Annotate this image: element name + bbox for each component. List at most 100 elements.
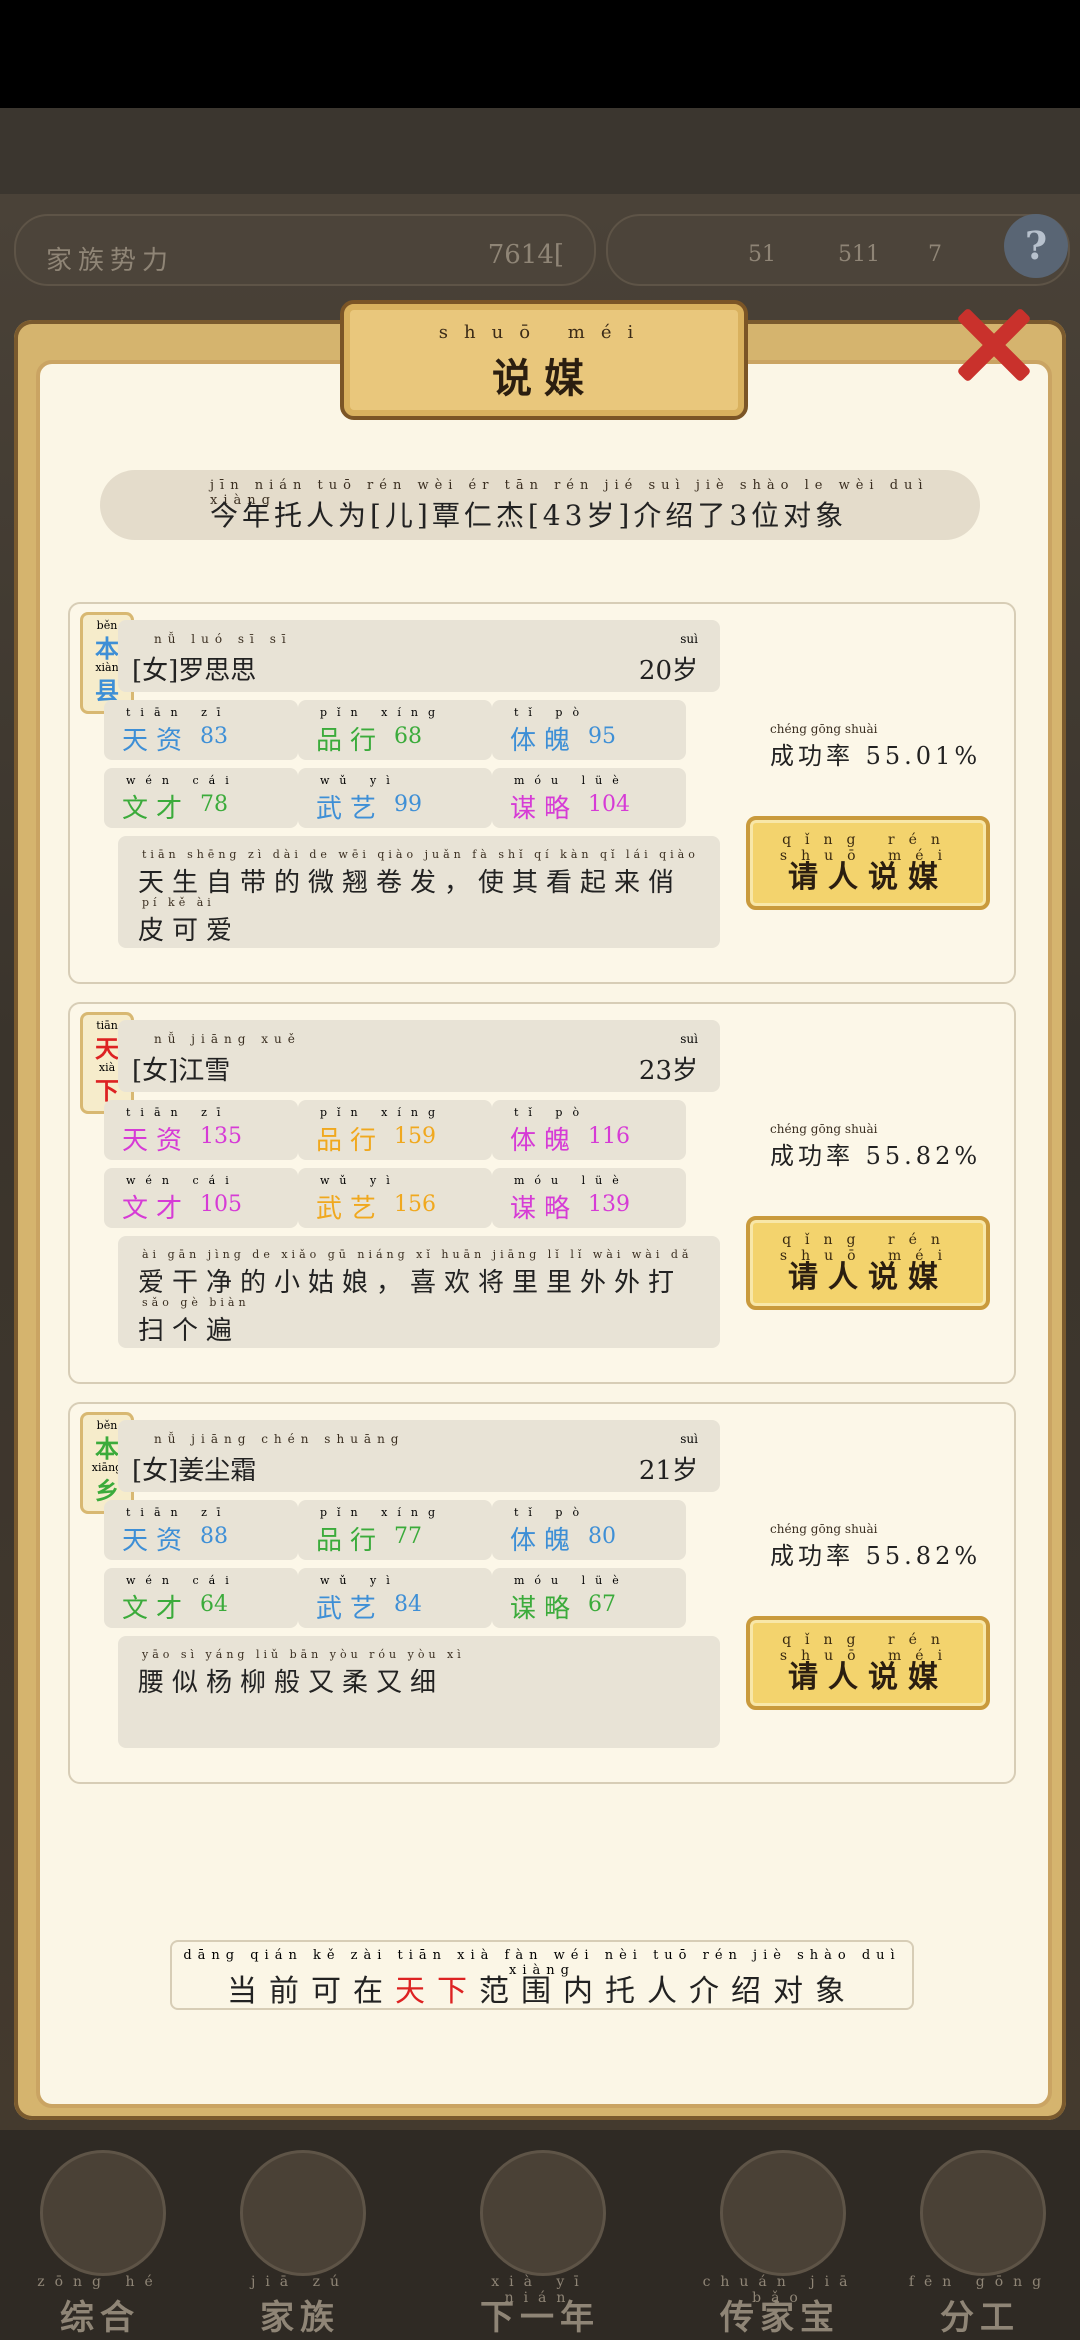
candidate-description: yāo sì yáng liǔ bān yòu róu yòu xì 腰似杨柳般又… bbox=[118, 1636, 720, 1748]
dialog-title: 说媒 bbox=[492, 355, 596, 402]
stat-box: wǔ yì 武艺 84 bbox=[298, 1568, 492, 1628]
stat-label: 谋略 bbox=[510, 1594, 579, 1624]
request-matchmaking-button[interactable]: qǐng rén shuō méi 请人说媒 bbox=[746, 1616, 990, 1710]
nav-division[interactable]: fēn gōng 分工 bbox=[890, 2150, 1070, 2338]
stat-box: pǐn xíng 品行 68 bbox=[298, 700, 492, 760]
silver-count: 511 bbox=[838, 242, 880, 267]
nav-general-label: 综合 bbox=[60, 2298, 140, 2338]
stat-label: 谋略 bbox=[510, 794, 579, 824]
stat-box: pǐn xíng 品行 77 bbox=[298, 1500, 492, 1560]
stat-value: 77 bbox=[394, 1524, 422, 1549]
stat-value: 88 bbox=[200, 1524, 228, 1549]
nav-division-label: 分工 bbox=[940, 2298, 1020, 2338]
dialog-title-plate: shuō méi 说媒 bbox=[340, 300, 748, 420]
stat-value: 64 bbox=[200, 1592, 228, 1617]
stat-value: 139 bbox=[588, 1192, 630, 1217]
stat-box: pǐn xíng 品行 159 bbox=[298, 1100, 492, 1160]
stat-box: tǐ pò 体魄 80 bbox=[492, 1500, 686, 1560]
intro-banner: jīn nián tuō rén wèi ér tān rén jié suì … bbox=[100, 470, 980, 540]
nav-family[interactable]: jiā zú 家族 bbox=[210, 2150, 390, 2338]
success-rate: chéng gōng shuài 成功率 55.82% bbox=[770, 1122, 990, 1171]
house-icon bbox=[240, 2150, 366, 2276]
stat-box: wén cái 文才 64 bbox=[104, 1568, 298, 1628]
stat-value: 159 bbox=[394, 1124, 436, 1149]
stat-label: 品行 bbox=[316, 726, 385, 756]
stat-box: móu lüè 谋略 67 bbox=[492, 1568, 686, 1628]
stat-label: 天资 bbox=[122, 726, 191, 756]
stat-label: 武艺 bbox=[316, 794, 385, 824]
candidate-card: tiān 天 xià 下 nǚ jiāng xuě [女]江雪 suì 23岁 tiān zī 天… bbox=[68, 1002, 1016, 1384]
stat-value: 83 bbox=[200, 724, 228, 749]
gold-count: 51 bbox=[748, 242, 776, 267]
stat-value: 95 bbox=[588, 724, 616, 749]
candidate-name: [女]江雪 bbox=[132, 1056, 231, 1086]
mountain-icon bbox=[480, 2150, 606, 2276]
resource-bar: 51 511 7 bbox=[606, 214, 1070, 286]
intro-text: 今年托人为[儿]覃仁杰[43岁]介绍了3位对象 bbox=[210, 499, 848, 532]
stat-box: tǐ pò 体魄 95 bbox=[492, 700, 686, 760]
nav-heirloom-label: 传家宝 bbox=[720, 2298, 840, 2338]
stat-box: móu lüè 谋略 104 bbox=[492, 768, 686, 828]
candidate-name: [女]姜尘霜 bbox=[132, 1456, 257, 1486]
family-power-label: 家族势力 bbox=[46, 246, 175, 276]
candidate-card: běn 本 xiāng 乡 nǚ jiāng chén shuāng [女]姜尘霜 suì 2… bbox=[68, 1402, 1016, 1784]
stat-box: wén cái 文才 105 bbox=[104, 1168, 298, 1228]
stat-value: 80 bbox=[588, 1524, 616, 1549]
stat-label: 武艺 bbox=[316, 1594, 385, 1624]
person-icon bbox=[920, 2150, 1046, 2276]
request-matchmaking-label: 请人说媒 bbox=[788, 1660, 948, 1695]
jade-icon bbox=[720, 2150, 846, 2276]
help-icon[interactable]: ? bbox=[1004, 214, 1068, 278]
nav-next-year-label: 下一年 bbox=[480, 2298, 600, 2338]
request-matchmaking-button[interactable]: qǐng rén shuō méi 请人说媒 bbox=[746, 1216, 990, 1310]
success-rate-text: 成功率 55.82% bbox=[770, 1542, 982, 1570]
success-rate: chéng gōng shuài 成功率 55.01% bbox=[770, 722, 990, 771]
close-button[interactable] bbox=[954, 300, 1034, 383]
stat-box: wǔ yì 武艺 156 bbox=[298, 1168, 492, 1228]
range-note-text: 当前可在天下范围内托人介绍对象 bbox=[227, 1974, 857, 2009]
candidate-name-box: nǚ jiāng chén shuāng [女]姜尘霜 suì 21岁 bbox=[118, 1420, 720, 1492]
stat-value: 84 bbox=[394, 1592, 422, 1617]
success-rate-text: 成功率 55.82% bbox=[770, 1142, 982, 1170]
candidate-card: běn 本 xiàn 县 nǚ luó sī sī [女]罗思思 suì 20岁 tiān zī… bbox=[68, 602, 1016, 984]
bottom-nav: zōng hé 综合 jiā zú 家族 xià yī nián 下一年 chu… bbox=[0, 2130, 1080, 2340]
success-rate-text: 成功率 55.01% bbox=[770, 742, 982, 770]
stat-box: tiān zī 天资 135 bbox=[104, 1100, 298, 1160]
request-matchmaking-label: 请人说媒 bbox=[788, 1260, 948, 1295]
nav-next-year[interactable]: xià yī nián 下一年 bbox=[450, 2150, 630, 2338]
nav-general[interactable]: zōng hé 综合 bbox=[10, 2150, 190, 2338]
stat-value: 116 bbox=[588, 1124, 630, 1149]
stat-value: 104 bbox=[588, 792, 630, 817]
stat-label: 天资 bbox=[122, 1126, 191, 1156]
stat-box: tǐ pò 体魄 116 bbox=[492, 1100, 686, 1160]
candidate-description: ài gān jìng de xiǎo gū niáng xǐ huān jiā… bbox=[118, 1236, 720, 1348]
stat-box: tiān zī 天资 83 bbox=[104, 700, 298, 760]
candidate-name-box: nǚ jiāng xuě [女]江雪 suì 23岁 bbox=[118, 1020, 720, 1092]
stat-value: 99 bbox=[394, 792, 422, 817]
stat-box: wǔ yì 武艺 99 bbox=[298, 768, 492, 828]
top-bar bbox=[0, 108, 1080, 194]
stat-value: 78 bbox=[200, 792, 228, 817]
stat-value: 105 bbox=[200, 1192, 242, 1217]
family-power-bar: 家族势力 7614[ bbox=[14, 214, 596, 286]
stat-label: 品行 bbox=[316, 1526, 385, 1556]
candidate-age: 20岁 bbox=[638, 656, 698, 686]
stat-label: 体魄 bbox=[510, 1126, 579, 1156]
stat-label: 体魄 bbox=[510, 726, 579, 756]
nav-heirloom[interactable]: chuán jiā bǎo 传家宝 bbox=[690, 2150, 870, 2338]
stat-value: 135 bbox=[200, 1124, 242, 1149]
request-matchmaking-button[interactable]: qǐng rén shuō méi 请人说媒 bbox=[746, 816, 990, 910]
stat-value: 156 bbox=[394, 1192, 436, 1217]
stat-label: 文才 bbox=[122, 1594, 191, 1624]
stat-label: 天资 bbox=[122, 1526, 191, 1556]
stat-label: 谋略 bbox=[510, 1194, 579, 1224]
stat-box: móu lüè 谋略 139 bbox=[492, 1168, 686, 1228]
stat-box: wén cái 文才 78 bbox=[104, 768, 298, 828]
dialog-title-pinyin: shuō méi bbox=[438, 322, 650, 343]
stat-label: 体魄 bbox=[510, 1526, 579, 1556]
coin-count: 7 bbox=[928, 242, 942, 267]
scroll-icon bbox=[40, 2150, 166, 2276]
candidate-name: [女]罗思思 bbox=[132, 656, 257, 686]
candidate-age: 21岁 bbox=[638, 1456, 698, 1486]
nav-family-label: 家族 bbox=[260, 2298, 340, 2338]
